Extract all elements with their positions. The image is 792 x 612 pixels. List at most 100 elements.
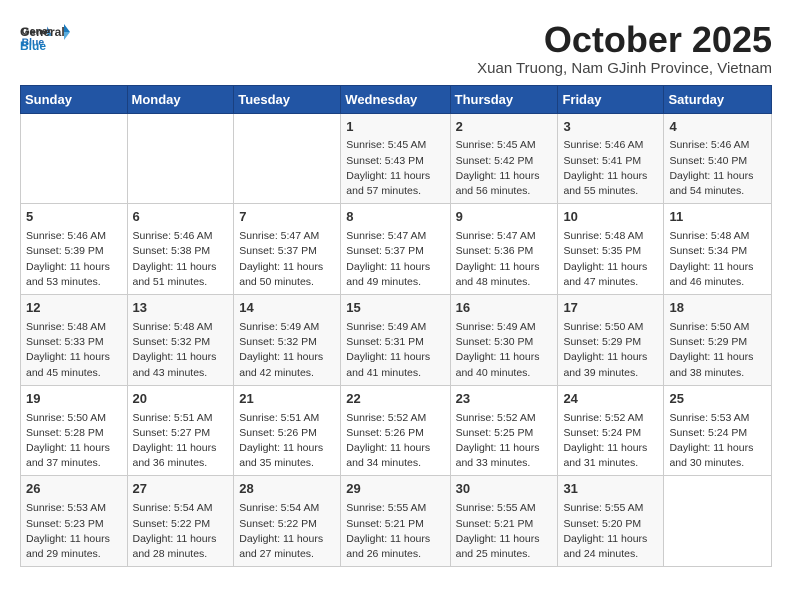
day-info-line: Sunset: 5:35 PM [563, 244, 658, 259]
title-block: October 2025 Xuan Truong, Nam GJinh Prov… [477, 20, 772, 77]
day-number: 9 [456, 208, 553, 227]
day-info-line: Daylight: 11 hours and 24 minutes. [563, 532, 658, 562]
day-info-line: Sunrise: 5:55 AM [563, 501, 658, 516]
day-number: 12 [26, 299, 122, 318]
day-info-line: Sunset: 5:24 PM [669, 426, 766, 441]
location-subtitle: Xuan Truong, Nam GJinh Province, Vietnam [477, 60, 772, 77]
day-info-line: Sunrise: 5:48 AM [133, 320, 229, 335]
day-number: 22 [346, 390, 444, 409]
day-info-line: Sunset: 5:20 PM [563, 517, 658, 532]
day-info-line: Sunset: 5:32 PM [133, 335, 229, 350]
day-number: 30 [456, 480, 553, 499]
day-info-line: Sunrise: 5:49 AM [239, 320, 335, 335]
day-info-line: Daylight: 11 hours and 39 minutes. [563, 350, 658, 380]
day-info-line: Daylight: 11 hours and 33 minutes. [456, 441, 553, 471]
day-info-line: Sunrise: 5:49 AM [456, 320, 553, 335]
day-number: 8 [346, 208, 444, 227]
weekday-header-row: SundayMondayTuesdayWednesdayThursdayFrid… [21, 85, 772, 113]
empty-cell [127, 113, 234, 204]
day-info-line: Daylight: 11 hours and 25 minutes. [456, 532, 553, 562]
day-cell-6: 6Sunrise: 5:46 AMSunset: 5:38 PMDaylight… [127, 204, 234, 295]
day-info-line: Sunset: 5:41 PM [563, 154, 658, 169]
day-number: 27 [133, 480, 229, 499]
day-info-line: Sunrise: 5:47 AM [346, 229, 444, 244]
day-cell-5: 5Sunrise: 5:46 AMSunset: 5:39 PMDaylight… [21, 204, 128, 295]
week-row-5: 26Sunrise: 5:53 AMSunset: 5:23 PMDayligh… [21, 476, 772, 567]
day-cell-4: 4Sunrise: 5:46 AMSunset: 5:40 PMDaylight… [664, 113, 772, 204]
day-info-line: Daylight: 11 hours and 55 minutes. [563, 169, 658, 199]
day-number: 6 [133, 208, 229, 227]
day-number: 31 [563, 480, 658, 499]
day-info-line: Sunrise: 5:46 AM [563, 138, 658, 153]
svg-text:General: General [20, 25, 65, 39]
week-row-1: 1Sunrise: 5:45 AMSunset: 5:43 PMDaylight… [21, 113, 772, 204]
day-info-line: Daylight: 11 hours and 57 minutes. [346, 169, 444, 199]
logo-svg: General Blue [20, 20, 70, 60]
day-info-line: Sunset: 5:31 PM [346, 335, 444, 350]
day-info-line: Sunrise: 5:51 AM [239, 411, 335, 426]
day-info-line: Sunrise: 5:46 AM [26, 229, 122, 244]
day-info-line: Daylight: 11 hours and 36 minutes. [133, 441, 229, 471]
day-info-line: Sunrise: 5:47 AM [456, 229, 553, 244]
day-info-line: Daylight: 11 hours and 48 minutes. [456, 260, 553, 290]
day-info-line: Sunrise: 5:45 AM [346, 138, 444, 153]
empty-cell [234, 113, 341, 204]
day-cell-9: 9 Sunrise: 5:47 AMSunset: 5:36 PMDaylight… [450, 204, 558, 295]
day-info-line: Sunset: 5:24 PM [563, 426, 658, 441]
day-info-line: Sunrise: 5:47 AM [239, 229, 335, 244]
day-number: 26 [26, 480, 122, 499]
day-number: 29 [346, 480, 444, 499]
day-info-line: Daylight: 11 hours and 26 minutes. [346, 532, 444, 562]
day-info-line: Sunrise: 5:50 AM [26, 411, 122, 426]
day-info-line: Sunset: 5:29 PM [669, 335, 766, 350]
day-info-line: Sunrise: 5:49 AM [346, 320, 444, 335]
day-info-line: Sunset: 5:22 PM [133, 517, 229, 532]
day-info-line: Daylight: 11 hours and 53 minutes. [26, 260, 122, 290]
day-cell-18: 18Sunrise: 5:50 AMSunset: 5:29 PMDayligh… [664, 295, 772, 386]
day-info-line: Sunset: 5:23 PM [26, 517, 122, 532]
day-cell-21: 21Sunrise: 5:51 AMSunset: 5:26 PMDayligh… [234, 385, 341, 476]
day-info-line: Sunrise: 5:50 AM [563, 320, 658, 335]
day-cell-13: 13Sunrise: 5:48 AMSunset: 5:32 PMDayligh… [127, 295, 234, 386]
day-cell-22: 22Sunrise: 5:52 AMSunset: 5:26 PMDayligh… [341, 385, 450, 476]
day-cell-20: 20Sunrise: 5:51 AMSunset: 5:27 PMDayligh… [127, 385, 234, 476]
day-info-line: Sunset: 5:43 PM [346, 154, 444, 169]
day-info-line: Daylight: 11 hours and 34 minutes. [346, 441, 444, 471]
day-info-line: Sunset: 5:37 PM [346, 244, 444, 259]
day-info-line: Sunrise: 5:48 AM [669, 229, 766, 244]
day-info-line: Sunrise: 5:50 AM [669, 320, 766, 335]
day-info-line: Sunset: 5:40 PM [669, 154, 766, 169]
week-row-4: 19Sunrise: 5:50 AMSunset: 5:28 PMDayligh… [21, 385, 772, 476]
day-info-line: Daylight: 11 hours and 47 minutes. [563, 260, 658, 290]
weekday-header-thursday: Thursday [450, 85, 558, 113]
day-info-line: Sunset: 5:34 PM [669, 244, 766, 259]
day-info-line: Daylight: 11 hours and 46 minutes. [669, 260, 766, 290]
day-info-line: Daylight: 11 hours and 30 minutes. [669, 441, 766, 471]
day-info-line: Sunset: 5:39 PM [26, 244, 122, 259]
day-number: 28 [239, 480, 335, 499]
day-info-line: Sunset: 5:33 PM [26, 335, 122, 350]
day-number: 19 [26, 390, 122, 409]
day-info-line: Sunrise: 5:55 AM [456, 501, 553, 516]
day-info-line: Daylight: 11 hours and 50 minutes. [239, 260, 335, 290]
day-number: 16 [456, 299, 553, 318]
day-info-line: Sunset: 5:32 PM [239, 335, 335, 350]
day-number: 4 [669, 118, 766, 137]
day-info-line: Daylight: 11 hours and 41 minutes. [346, 350, 444, 380]
day-number: 13 [133, 299, 229, 318]
weekday-header-sunday: Sunday [21, 85, 128, 113]
day-info-line: Sunrise: 5:54 AM [133, 501, 229, 516]
day-number: 10 [563, 208, 658, 227]
day-info-line: Sunset: 5:21 PM [346, 517, 444, 532]
weekday-header-monday: Monday [127, 85, 234, 113]
day-cell-28: 28Sunrise: 5:54 AMSunset: 5:22 PMDayligh… [234, 476, 341, 567]
day-info-line: Daylight: 11 hours and 40 minutes. [456, 350, 553, 380]
day-cell-23: 23Sunrise: 5:52 AMSunset: 5:25 PMDayligh… [450, 385, 558, 476]
day-cell-1: 1Sunrise: 5:45 AMSunset: 5:43 PMDaylight… [341, 113, 450, 204]
day-info-line: Sunset: 5:36 PM [456, 244, 553, 259]
day-cell-3: 3Sunrise: 5:46 AMSunset: 5:41 PMDaylight… [558, 113, 664, 204]
day-number: 20 [133, 390, 229, 409]
day-info-line: Sunrise: 5:52 AM [456, 411, 553, 426]
day-cell-19: 19Sunrise: 5:50 AMSunset: 5:28 PMDayligh… [21, 385, 128, 476]
day-info-line: Sunset: 5:42 PM [456, 154, 553, 169]
